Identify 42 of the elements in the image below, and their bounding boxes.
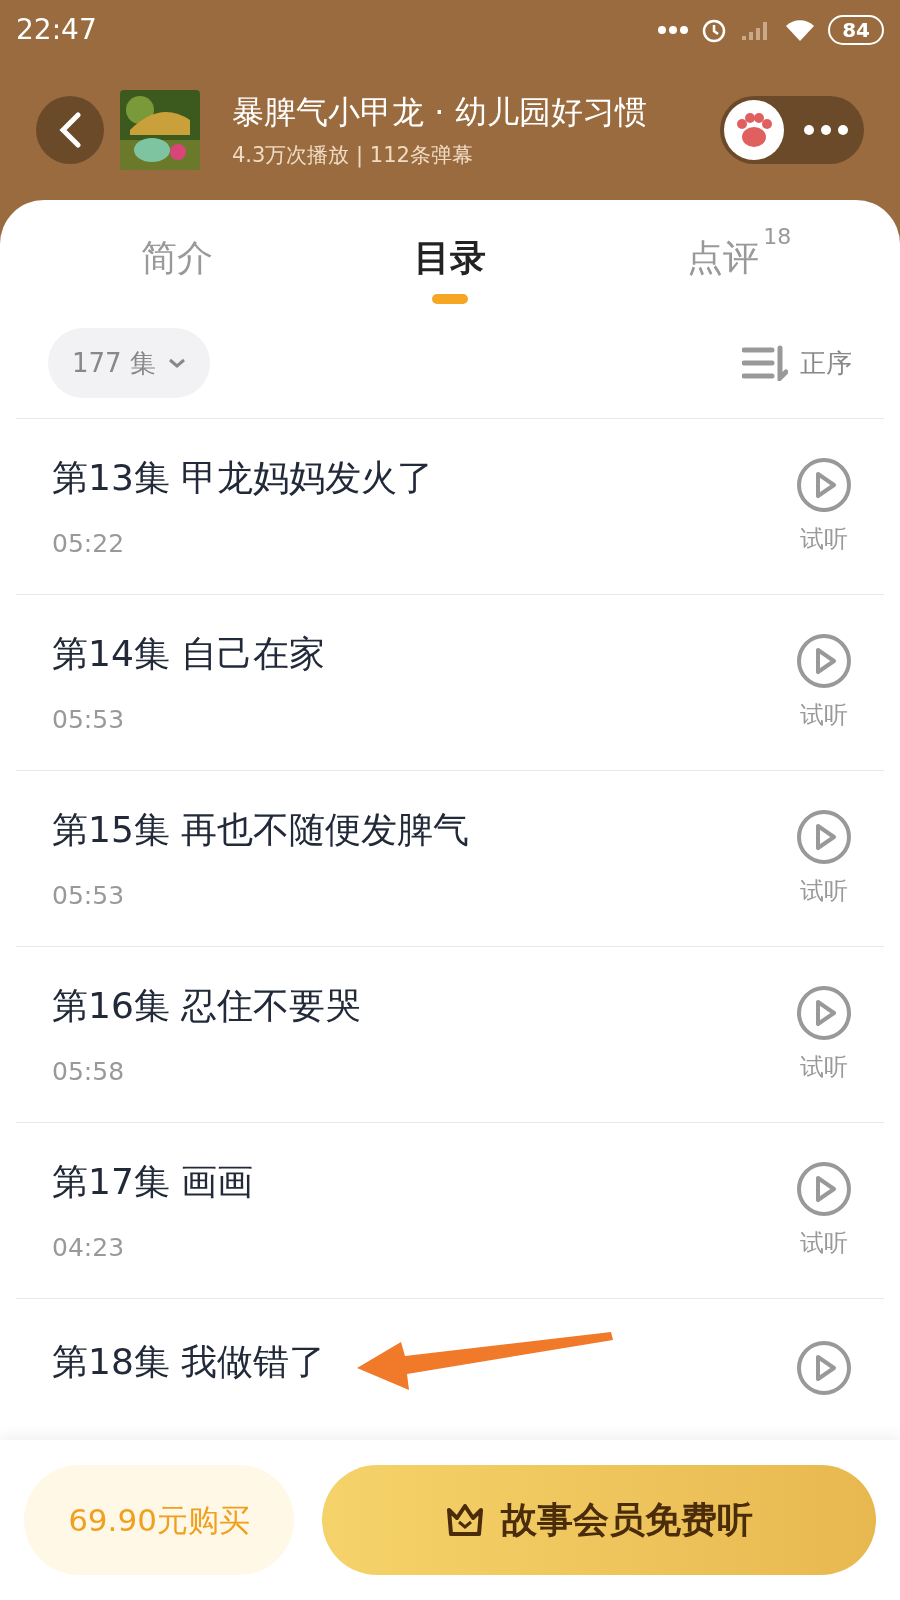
wifi-icon [784,17,817,43]
tab-count-label: 18 [763,223,792,251]
paw-icon [724,100,784,160]
tab[interactable]: 简介 [140,200,213,312]
sort-button[interactable]: 正序 [742,343,852,383]
album-title: 暴脾气小甲龙 · 幼儿园好习惯 [232,92,648,134]
episode-title[interactable]: 第15集 再也不随便发脾气 [52,802,796,857]
sort-icon [742,345,788,381]
episode-title[interactable]: 第14集 自己在家 [52,626,796,681]
preview-button[interactable]: 试听 [796,1160,852,1261]
episode-title[interactable]: 第13集 甲龙妈妈发火了 [52,450,796,505]
more-icon [658,26,689,34]
preview-button[interactable]: 试听 [796,632,852,733]
episode-duration: 05:53 [52,703,126,736]
play-icon [796,984,852,1041]
member-button[interactable]: 故事会员免费听 [322,1465,876,1575]
episode-title[interactable]: 第18集 我做错了 [52,1334,796,1389]
battery-indicator: 84 [828,15,884,45]
episode-duration: 05:53 [52,879,126,912]
status-time: 22:47 [16,12,97,48]
play-icon [796,808,852,865]
play-icon [796,632,852,689]
preview-button[interactable]: 试听 [796,456,852,557]
preview-button[interactable]: 试听 [796,984,852,1085]
episode-title[interactable]: 第17集 画画 [52,1154,796,1209]
crown-icon [445,1502,485,1538]
back-icon [58,112,82,148]
episode-duration: 05:22 [52,527,126,560]
preview-button[interactable]: 试听 [796,808,852,909]
play-icon [796,1339,852,1396]
episode-range-dropdown[interactable]: 177 集 [48,328,210,398]
chevron-down-icon [167,358,186,368]
tab[interactable]: 目录 [414,200,486,312]
tab-indicator [432,294,468,304]
more-icon [804,125,848,135]
episode-duration: 04:23 [52,1231,126,1264]
play-icon [796,456,852,513]
album-stats: 4.3万次播放 | 112条弹幕 [232,142,474,170]
episode-title[interactable]: 第16集 忍住不要哭 [52,978,796,1033]
play-icon [796,1160,852,1217]
buy-button[interactable]: 69.90元购买 [24,1465,294,1575]
episode-duration: 05:58 [52,1055,126,1088]
